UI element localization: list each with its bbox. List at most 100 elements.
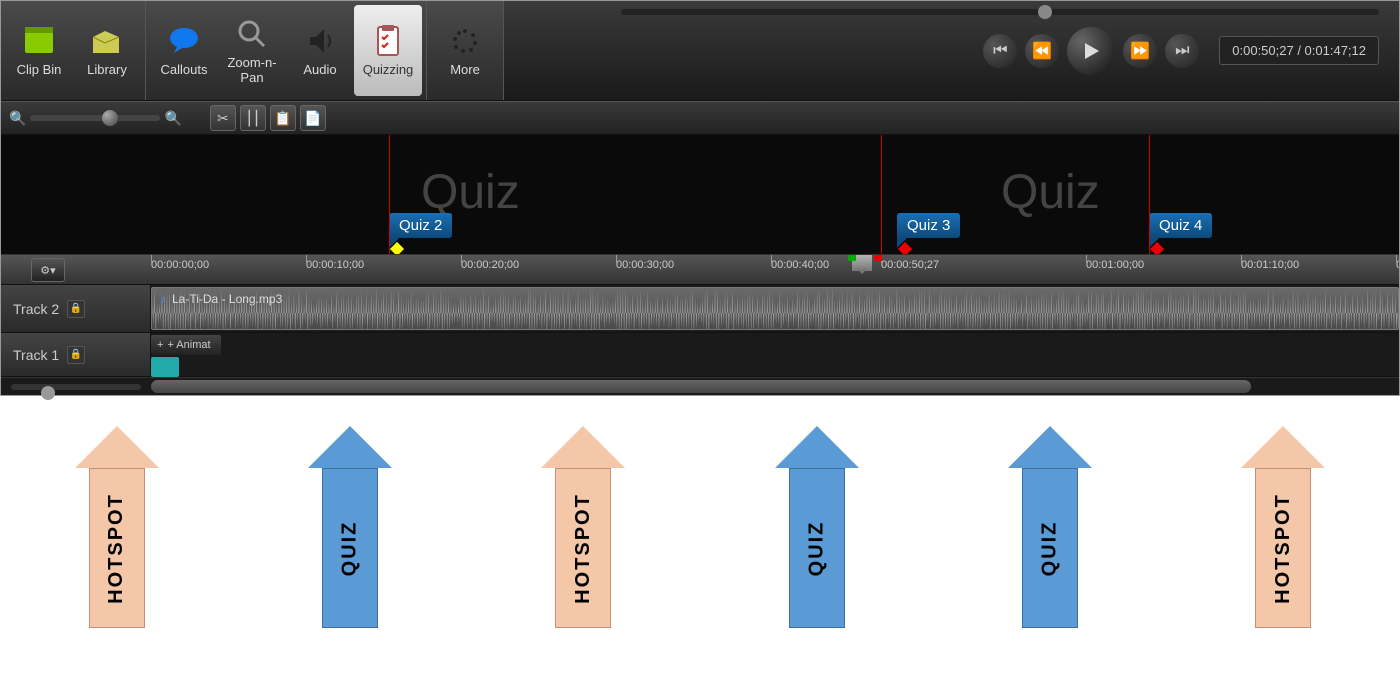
arrow-label: QUIZ bbox=[805, 520, 828, 576]
timeline-zoom-control[interactable]: 🔍 🔍 bbox=[9, 110, 182, 127]
library-label: Library bbox=[87, 63, 127, 77]
app-window: Clip Bin Library Callouts Zoom-n- Pan Au… bbox=[0, 0, 1400, 396]
skip-end-button[interactable]: ⏭ bbox=[1165, 34, 1199, 68]
play-controls: ⏮ ⏪ ⏩ ⏭ bbox=[983, 27, 1199, 75]
annotation-arrow: QUIZ bbox=[308, 426, 392, 628]
ruler-tick: 00:00:10;00 bbox=[306, 259, 364, 271]
scrubber-handle[interactable] bbox=[1038, 5, 1052, 19]
ruler-tick: 00:00:30;00 bbox=[616, 259, 674, 271]
ruler-ticks: 00:00:00;0000:00:10;0000:00:20;0000:00:3… bbox=[151, 255, 1399, 284]
quiz-tag[interactable]: Quiz 3 bbox=[897, 213, 960, 238]
library-button[interactable]: Library bbox=[73, 5, 141, 96]
audio-button[interactable]: Audio bbox=[286, 5, 354, 96]
track-2-header[interactable]: Track 2 🔒 bbox=[1, 285, 151, 332]
marker-line bbox=[881, 135, 882, 255]
preview-area: ⏮ ⏪ ⏩ ⏭ 0:00:50;27 / 0:01:47;12 bbox=[504, 1, 1399, 100]
audio-clip-label: ♪ La-Ti-Da - Long.mp3 bbox=[160, 292, 282, 306]
cut-button[interactable]: ✂ bbox=[210, 105, 236, 131]
skip-start-button[interactable]: ⏮ bbox=[983, 34, 1017, 68]
more-icon bbox=[447, 23, 483, 59]
in-point[interactable] bbox=[848, 255, 856, 261]
play-button[interactable] bbox=[1067, 27, 1115, 75]
more-label: More bbox=[450, 63, 480, 77]
arrow-label: QUIZ bbox=[1038, 520, 1061, 576]
more-button[interactable]: More bbox=[431, 5, 499, 96]
annotation-arrow: QUIZ bbox=[775, 426, 859, 628]
arrow-head-icon bbox=[75, 426, 159, 468]
quiz-watermark-2: Quiz bbox=[1001, 165, 1100, 220]
time-display: 0:00:50;27 / 0:01:47;12 bbox=[1219, 36, 1379, 65]
plus-icon: + bbox=[157, 339, 163, 351]
out-point[interactable] bbox=[874, 255, 882, 261]
quiz-icon bbox=[370, 23, 406, 59]
track-zoom-slider[interactable] bbox=[11, 384, 141, 390]
track-1-header[interactable]: Track 1 🔒 bbox=[1, 333, 151, 376]
arrow-label: HOTSPOT bbox=[105, 493, 128, 604]
zoom-icon bbox=[234, 16, 270, 52]
arrow-head-icon bbox=[541, 426, 625, 468]
toolbar-group-bin: Clip Bin Library bbox=[1, 1, 146, 100]
split-button[interactable]: ⎮⎮ bbox=[240, 105, 266, 131]
track-1: Track 1 🔒 ++ Animat bbox=[1, 333, 1399, 377]
track-2: Track 2 🔒 ♪ La-Ti-Da - Long.mp3 bbox=[1, 285, 1399, 333]
timeline-ruler[interactable]: ⚙▾ 00:00:00;0000:00:10;0000:00:20;0000:0… bbox=[1, 255, 1399, 285]
callouts-label: Callouts bbox=[161, 63, 208, 77]
zoom-n-pan-button[interactable]: Zoom-n- Pan bbox=[218, 5, 286, 96]
clip-bin-icon bbox=[21, 23, 57, 59]
audio-icon bbox=[302, 23, 338, 59]
callouts-icon bbox=[166, 23, 202, 59]
quiz-tag[interactable]: Quiz 4 bbox=[1149, 213, 1212, 238]
arrow-shaft: QUIZ bbox=[789, 468, 845, 628]
arrow-head-icon bbox=[1241, 426, 1325, 468]
rewind-button[interactable]: ⏪ bbox=[1025, 34, 1059, 68]
ruler-tick: 00:00:50;27 bbox=[881, 259, 939, 271]
lock-icon-2[interactable]: 🔒 bbox=[67, 346, 85, 364]
arrow-shaft: HOTSPOT bbox=[555, 468, 611, 628]
quiz-watermark: Quiz bbox=[421, 165, 520, 220]
quiz-tag[interactable]: Quiz 2 bbox=[389, 213, 452, 238]
preview-scrubber[interactable] bbox=[621, 9, 1379, 15]
ruler-tick: 00:01:20;00 bbox=[1396, 259, 1399, 271]
music-note-icon: ♪ bbox=[160, 292, 166, 306]
arrow-head-icon bbox=[775, 426, 859, 468]
lock-icon[interactable]: 🔒 bbox=[67, 300, 85, 318]
annotation-arrows: HOTSPOT QUIZ HOTSPOT QUIZ QUIZ HOTSPOT bbox=[0, 396, 1400, 628]
forward-button[interactable]: ⏩ bbox=[1123, 34, 1157, 68]
arrow-head-icon bbox=[308, 426, 392, 468]
edit-tools: ✂ ⎮⎮ 📋 📄 bbox=[210, 105, 326, 131]
track-1-name: Track 1 bbox=[13, 347, 59, 363]
annotation-arrow: QUIZ bbox=[1008, 426, 1092, 628]
ruler-tick: 00:01:00;00 bbox=[1086, 259, 1144, 271]
arrow-shaft: QUIZ bbox=[322, 468, 378, 628]
video-clip[interactable] bbox=[151, 357, 179, 377]
ruler-tick: 00:00:20;00 bbox=[461, 259, 519, 271]
timeline-settings-button[interactable]: ⚙▾ bbox=[31, 258, 65, 282]
annotation-arrow: HOTSPOT bbox=[75, 426, 159, 628]
zoom-slider[interactable] bbox=[30, 115, 160, 121]
annotation-arrow: HOTSPOT bbox=[1241, 426, 1325, 628]
track-2-body[interactable]: ♪ La-Ti-Da - Long.mp3 bbox=[151, 285, 1399, 332]
zoom-knob[interactable] bbox=[102, 110, 118, 126]
animation-clip[interactable]: ++ Animat bbox=[151, 335, 221, 355]
track-zoom-knob[interactable] bbox=[41, 386, 55, 400]
quiz-marker[interactable]: Quiz 2 bbox=[389, 213, 452, 254]
zoom-in-icon[interactable]: 🔍 bbox=[164, 110, 181, 127]
marker-line bbox=[389, 135, 390, 255]
audio-clip[interactable]: ♪ La-Ti-Da - Long.mp3 bbox=[151, 287, 1399, 330]
toolbar-group-tools: Callouts Zoom-n- Pan Audio Quizzing bbox=[146, 1, 427, 100]
toolbar-group-more: More bbox=[427, 1, 504, 100]
track-1-body[interactable]: ++ Animat bbox=[151, 333, 1399, 376]
quiz-marker[interactable]: Quiz 3 bbox=[897, 213, 960, 254]
paste-button[interactable]: 📄 bbox=[300, 105, 326, 131]
clip-bin-button[interactable]: Clip Bin bbox=[5, 5, 73, 96]
ruler-tick: 00:01:10;00 bbox=[1241, 259, 1299, 271]
zoom-out-icon[interactable]: 🔍 bbox=[9, 110, 26, 127]
marker-strip[interactable]: Quiz Quiz Quiz 2 Quiz 3 Quiz 4 bbox=[1, 135, 1399, 255]
callouts-button[interactable]: Callouts bbox=[150, 5, 218, 96]
arrow-shaft: QUIZ bbox=[1022, 468, 1078, 628]
quizzing-button[interactable]: Quizzing bbox=[354, 5, 422, 96]
copy-button[interactable]: 📋 bbox=[270, 105, 296, 131]
scroll-thumb[interactable] bbox=[151, 380, 1251, 393]
quiz-marker[interactable]: Quiz 4 bbox=[1149, 213, 1212, 254]
horizontal-scrollbar[interactable] bbox=[1, 377, 1399, 395]
